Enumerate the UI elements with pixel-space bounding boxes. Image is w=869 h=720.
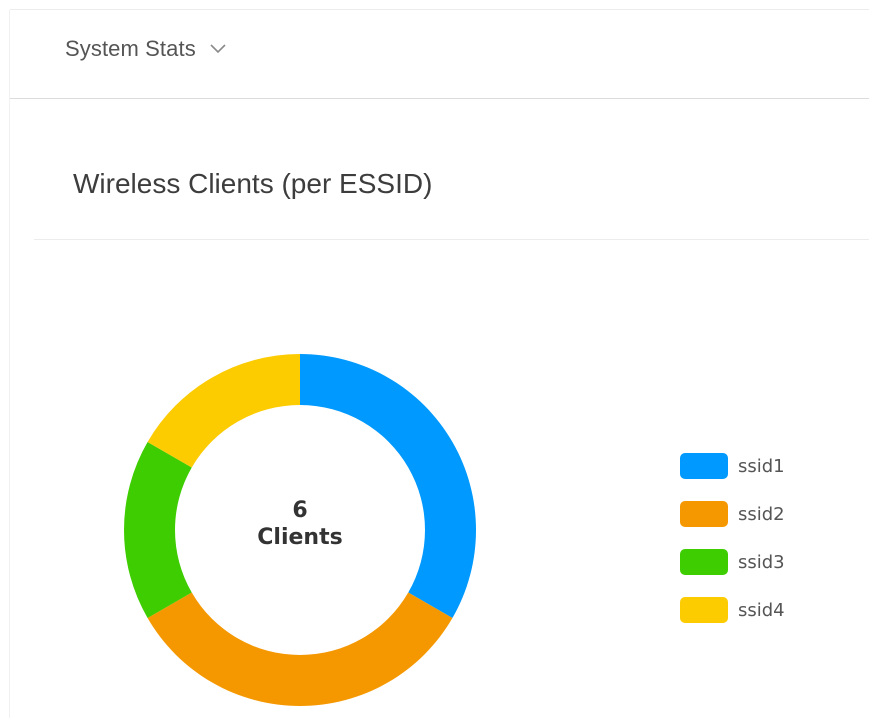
- donut-center-label: 6 Clients: [195, 497, 405, 551]
- client-count: 6: [292, 498, 308, 523]
- card-divider: [34, 239, 869, 240]
- donut-slice-ssid3[interactable]: [124, 442, 192, 618]
- legend-swatch: [680, 597, 728, 623]
- system-stats-label: System Stats: [65, 36, 196, 61]
- legend-label: ssid3: [738, 551, 785, 573]
- system-stats-dropdown[interactable]: System Stats: [65, 36, 226, 62]
- legend-label: ssid1: [738, 455, 785, 477]
- donut-slice-ssid4[interactable]: [147, 354, 300, 468]
- donut-slice-ssid2[interactable]: [147, 592, 453, 707]
- stats-header: System Stats: [10, 10, 869, 99]
- legend-item-ssid4[interactable]: ssid4: [680, 586, 785, 634]
- legend-swatch: [680, 501, 728, 527]
- card-title: Wireless Clients (per ESSID): [73, 168, 433, 199]
- legend-item-ssid3[interactable]: ssid3: [680, 538, 785, 586]
- chart-legend: ssid1 ssid2 ssid3 ssid4: [680, 442, 785, 634]
- legend-item-ssid2[interactable]: ssid2: [680, 490, 785, 538]
- legend-label: ssid2: [738, 503, 785, 525]
- legend-item-ssid1[interactable]: ssid1: [680, 442, 785, 490]
- chevron-down-icon: [210, 41, 226, 59]
- legend-swatch: [680, 549, 728, 575]
- client-count-caption: Clients: [257, 525, 343, 550]
- left-border: [9, 10, 10, 718]
- legend-label: ssid4: [738, 599, 785, 621]
- donut-slice-ssid1[interactable]: [300, 354, 476, 618]
- legend-swatch: [680, 453, 728, 479]
